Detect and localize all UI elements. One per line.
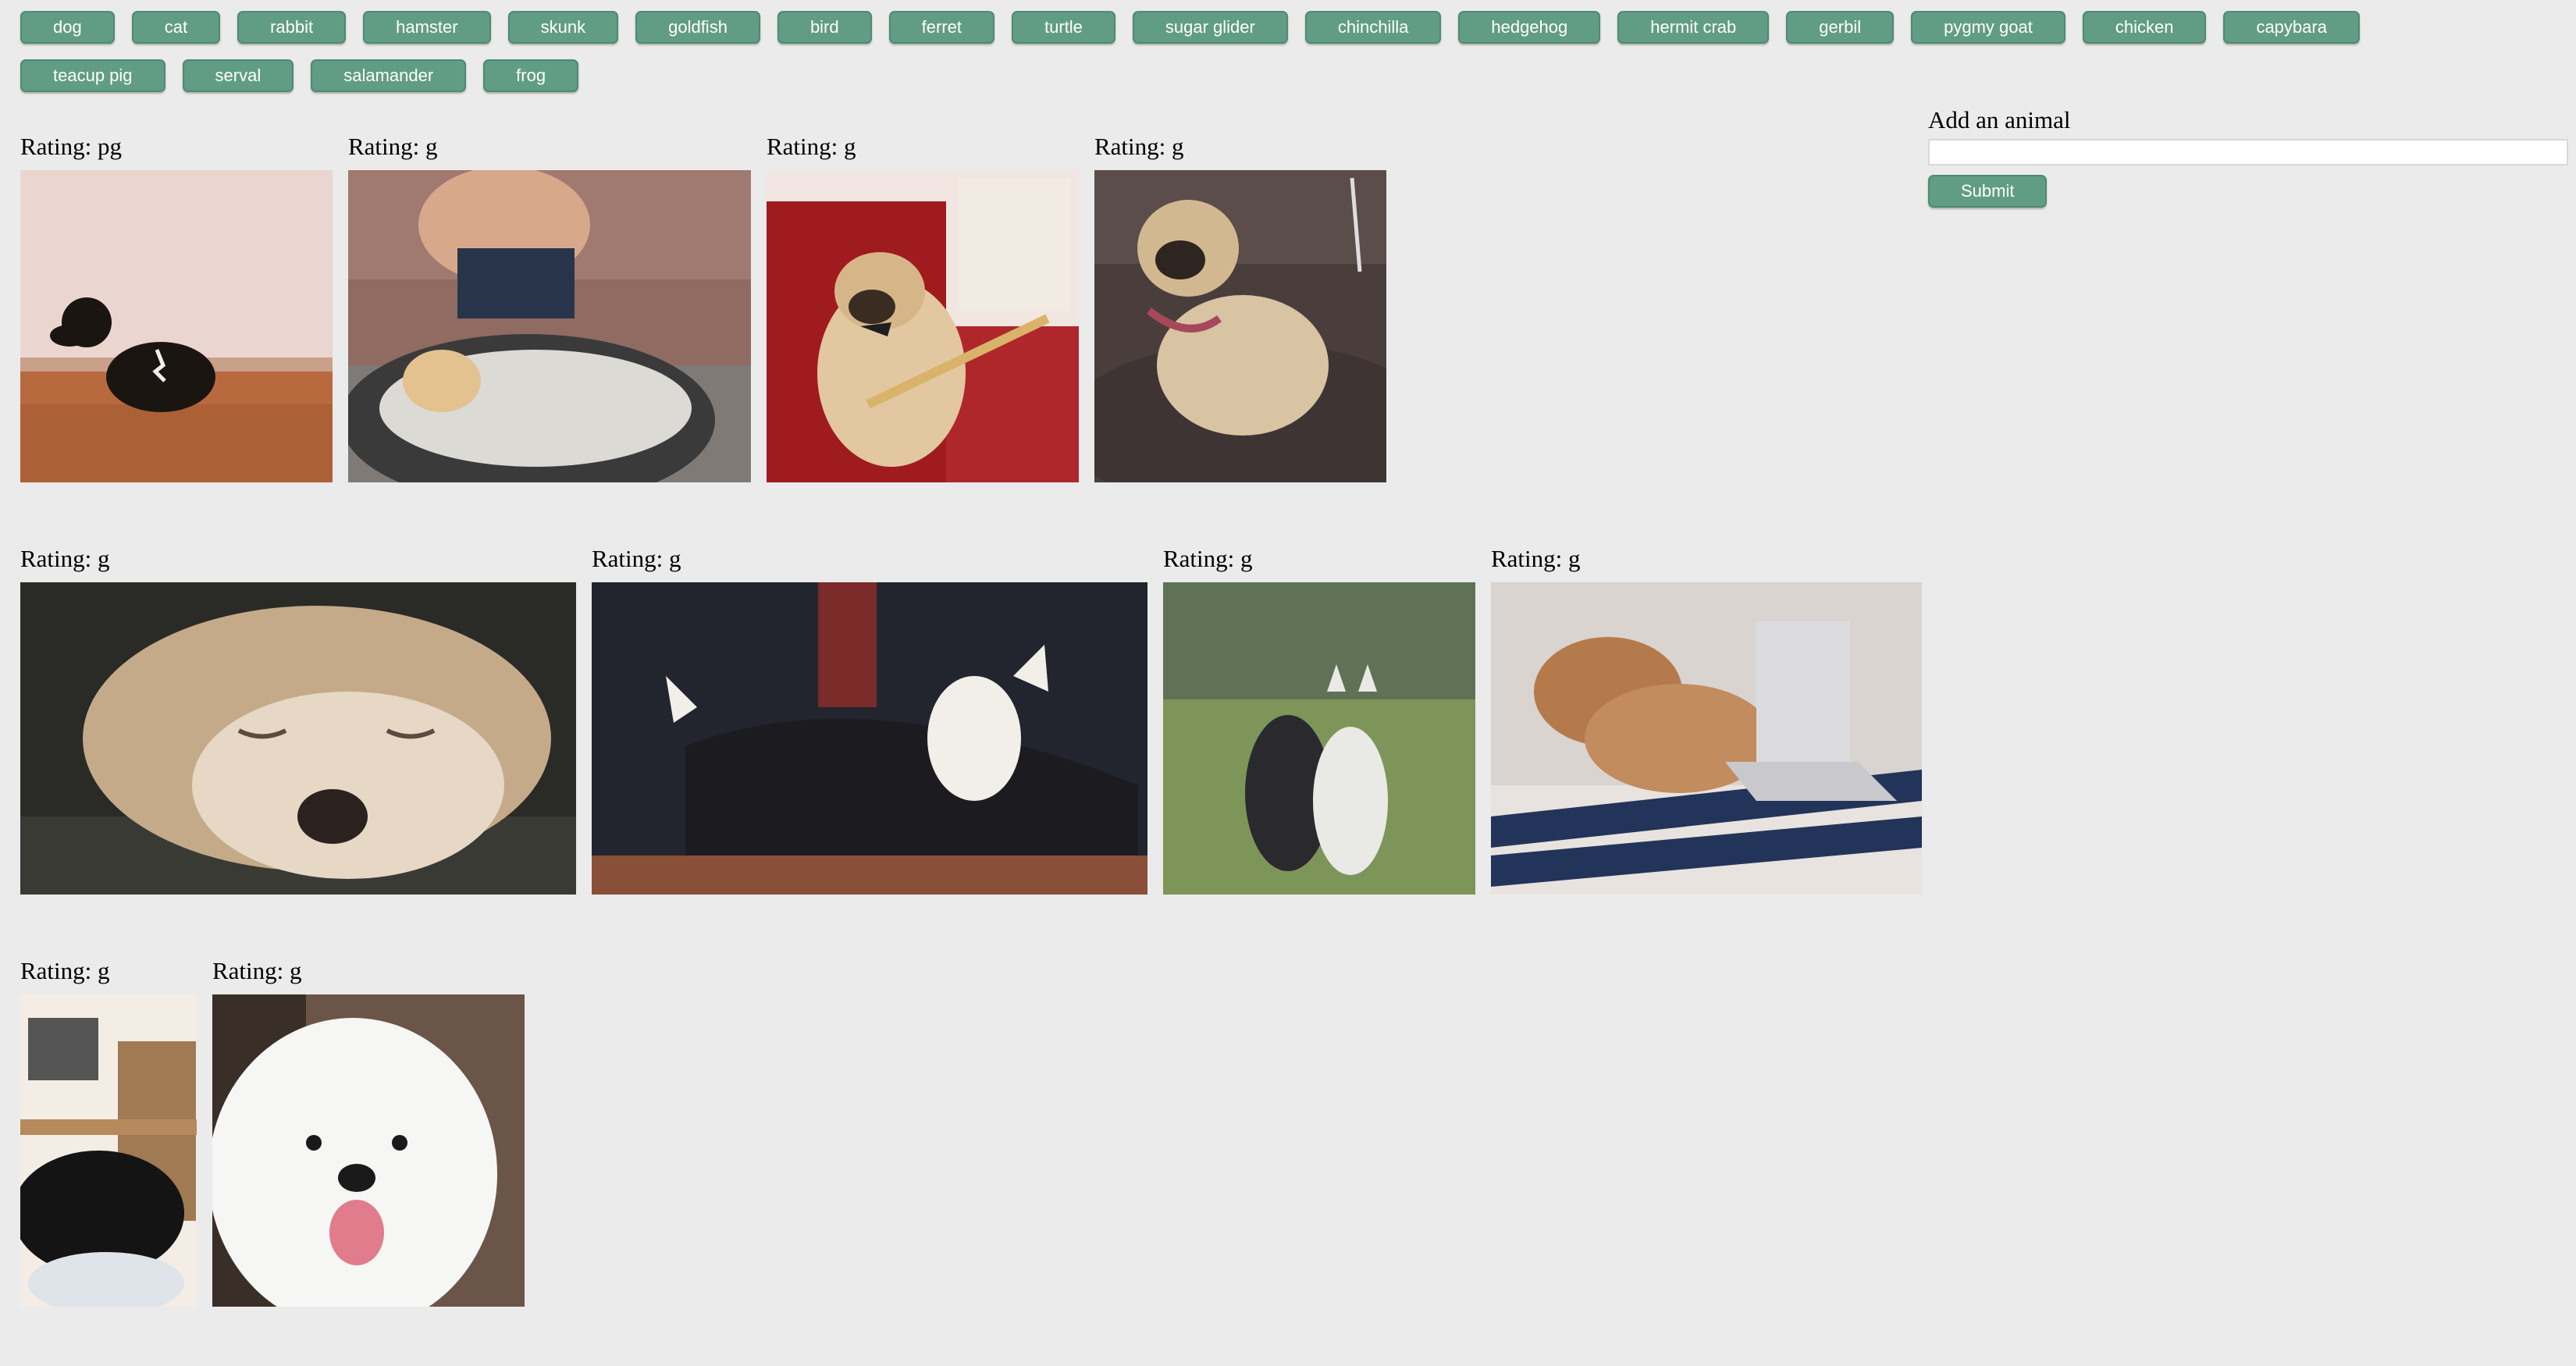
animal-button[interactable]: hermit crab <box>1617 11 1770 44</box>
rating-label: Rating: g <box>212 957 302 984</box>
gif-image[interactable] <box>20 170 333 482</box>
gif-card: Rating: g <box>20 543 576 895</box>
rating-label: Rating: g <box>20 957 110 984</box>
animal-button[interactable]: frog <box>483 59 579 92</box>
gif-card: Rating: g <box>348 131 751 482</box>
animal-button[interactable]: sugar glider <box>1132 11 1288 44</box>
rating-label: Rating: g <box>592 545 681 572</box>
animal-button[interactable]: serval <box>182 59 294 92</box>
rating-label: Rating: g <box>1163 545 1253 572</box>
gif-image[interactable] <box>767 170 1079 482</box>
animal-button[interactable]: chinchilla <box>1304 11 1442 44</box>
animal-button[interactable]: goldfish <box>635 11 760 44</box>
rating-label: Rating: g <box>20 545 110 572</box>
animal-input[interactable] <box>1928 139 2568 165</box>
add-animal-label: Add an animal <box>1928 106 2071 133</box>
gif-card: Rating: g <box>1163 543 1475 895</box>
gif-image[interactable] <box>1094 170 1386 482</box>
animal-button[interactable]: cat <box>131 11 221 44</box>
animal-button[interactable]: hedgehog <box>1458 11 1601 44</box>
animal-button[interactable]: turtle <box>1011 11 1115 44</box>
animal-button[interactable]: chicken <box>2082 11 2207 44</box>
gif-card: Rating: g <box>1491 543 1922 895</box>
animal-button[interactable]: teacup pig <box>20 59 165 92</box>
animal-button[interactable]: salamander <box>311 59 467 92</box>
rating-label: Rating: g <box>1094 133 1184 160</box>
gif-card: Rating: g <box>767 131 1079 482</box>
gif-image[interactable] <box>1163 582 1475 895</box>
gif-card: Rating: g <box>1094 131 1386 482</box>
animal-button[interactable]: hamster <box>363 11 491 44</box>
animal-button[interactable]: skunk <box>507 11 619 44</box>
gif-image[interactable] <box>348 170 751 482</box>
rating-label: Rating: g <box>767 133 856 160</box>
rating-label: Rating: g <box>1491 545 1581 572</box>
add-animal-form: Add an animal Submit <box>1928 105 2568 208</box>
submit-button[interactable]: Submit <box>1928 175 2048 208</box>
animal-button[interactable]: pygmy goat <box>1911 11 2065 44</box>
animal-button[interactable]: gerbil <box>1786 11 1895 44</box>
animal-button-bar: dog cat rabbit hamster skunk goldfish bird ferr… <box>20 11 2448 92</box>
rating-label: Rating: g <box>348 133 438 160</box>
gif-image[interactable] <box>1491 582 1922 895</box>
gif-card: Rating: g <box>592 543 1147 895</box>
animal-button[interactable]: ferret <box>888 11 994 44</box>
animal-button[interactable]: dog <box>20 11 115 44</box>
gif-card: Rating: g <box>212 955 525 1307</box>
gif-card: Rating: g <box>20 955 197 1307</box>
animal-button[interactable]: capybara <box>2223 11 2360 44</box>
animal-button[interactable]: rabbit <box>237 11 347 44</box>
gif-card: Rating: pg <box>20 131 333 482</box>
gif-image[interactable] <box>20 582 576 895</box>
gif-image[interactable] <box>212 994 525 1307</box>
rating-label: Rating: pg <box>20 133 123 160</box>
gif-image[interactable] <box>20 994 197 1307</box>
gif-image[interactable] <box>592 582 1147 895</box>
animal-button[interactable]: bird <box>777 11 872 44</box>
